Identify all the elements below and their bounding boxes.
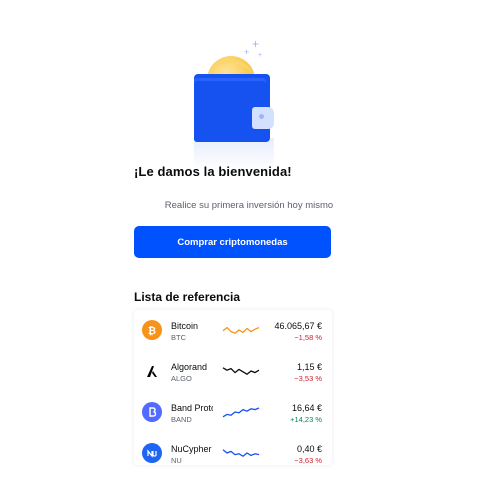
- asset-price: 16,64 €: [291, 403, 322, 413]
- price-sparkline: [222, 407, 260, 418]
- nucypher-icon: [142, 443, 162, 463]
- bitcoin-icon: ₿: [142, 320, 162, 340]
- sparkle-icon: +: [252, 37, 260, 51]
- asset-row-band-protocol[interactable]: Band Protocol BAND 16,64 € +14,23 %: [134, 392, 332, 432]
- asset-price: 0,40 €: [296, 444, 322, 454]
- asset-change: −1,58 %: [294, 333, 322, 342]
- sparkline-path: [222, 407, 260, 418]
- asset-ticker: ALGO: [171, 374, 192, 383]
- sparkle-icon: +: [258, 52, 263, 59]
- buy-crypto-button[interactable]: Comprar criptomonedas: [134, 226, 331, 258]
- asset-price: 46.065,67 €: [274, 321, 322, 331]
- asset-row-algorand[interactable]: Algorand ALGO 1,15 € −3,53 %: [134, 351, 332, 391]
- asset-change: −3,63 %: [294, 456, 322, 465]
- asset-ticker: BAND: [171, 415, 192, 424]
- sparkline-path: [222, 367, 260, 375]
- welcome-title: ¡Le damos la bienvenida!: [134, 164, 292, 179]
- asset-name: Bitcoin: [171, 321, 199, 331]
- sparkline-path: [222, 326, 260, 334]
- wallet-clasp-dot: [259, 114, 264, 119]
- asset-price: 1,15 €: [296, 362, 322, 372]
- asset-name: NuCypher: [171, 444, 212, 454]
- asset-row-nucypher[interactable]: NuCypher NU 0,40 € −3,63 %: [134, 433, 332, 465]
- algorand-icon: [142, 361, 162, 381]
- asset-name: Algorand: [171, 362, 208, 372]
- watchlist-card: ₿ Bitcoin BTC 46.065,67 € −1,58 % Algora…: [134, 310, 332, 465]
- band-protocol-icon: [142, 402, 162, 422]
- asset-ticker: BTC: [171, 333, 186, 342]
- svg-text:₿: ₿: [148, 325, 156, 336]
- sparkline-path: [222, 449, 260, 457]
- price-sparkline: [222, 367, 260, 375]
- asset-name: Band Protocol: [171, 403, 213, 413]
- asset-row-bitcoin[interactable]: ₿ Bitcoin BTC 46.065,67 € −1,58 %: [134, 310, 332, 350]
- asset-change: +14,23 %: [290, 415, 322, 424]
- asset-change: −3,53 %: [294, 374, 322, 383]
- watchlist-title: Lista de referencia: [134, 290, 241, 304]
- asset-ticker: NU: [171, 456, 182, 465]
- welcome-subtitle: Realice su primera inversión hoy mismo: [164, 200, 334, 211]
- price-sparkline: [222, 449, 260, 457]
- price-sparkline: [222, 326, 260, 334]
- wallet-illustration: + + +: [190, 37, 280, 170]
- sparkle-icon: +: [244, 47, 250, 57]
